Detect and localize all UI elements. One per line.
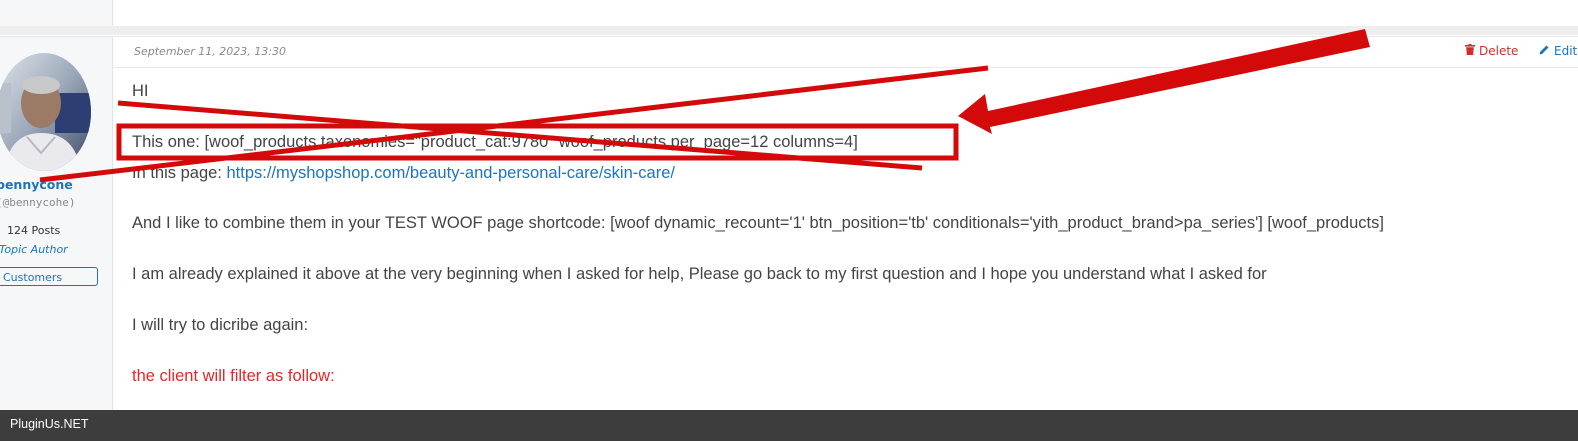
greeting-text: HI bbox=[132, 82, 149, 100]
page-link[interactable]: https://myshopshop.com/beauty-and-person… bbox=[226, 164, 674, 182]
previous-post-author-column bbox=[0, 0, 113, 26]
avatar[interactable] bbox=[0, 53, 91, 171]
author-post-count: 124 Posts bbox=[7, 224, 61, 237]
describe-again-text: I will try to dicribe again: bbox=[132, 316, 309, 334]
post-date: September 11, 2023, 13:30 bbox=[134, 45, 286, 58]
author-name[interactable]: bennycone bbox=[0, 177, 73, 192]
filter-heading-text: the client will filter as follow: bbox=[132, 367, 335, 385]
page-reference: In this page: https://myshopshop.com/bea… bbox=[132, 164, 675, 183]
edit-label: Edit bbox=[1554, 44, 1578, 58]
explanation-text: I am already explained it above at the v… bbox=[132, 265, 1267, 283]
footer-bar: PluginUs.NET bbox=[0, 410, 1578, 441]
arrow-annotation bbox=[958, 29, 1370, 134]
delete-label: Delete bbox=[1479, 44, 1519, 58]
post-separator-line bbox=[0, 36, 1578, 37]
post-separator bbox=[0, 26, 1578, 35]
shortcode-text: This one: [woof_products taxonomies="pro… bbox=[132, 133, 858, 151]
author-role: Topic Author bbox=[0, 243, 68, 256]
page-reference-label: In this page: bbox=[132, 164, 227, 182]
post-header-divider bbox=[112, 67, 1578, 68]
trash-icon bbox=[1465, 44, 1475, 58]
pencil-icon bbox=[1539, 44, 1550, 58]
avatar-image bbox=[0, 53, 91, 171]
author-handle: (@bennycohe) bbox=[0, 196, 76, 209]
delete-button[interactable]: Delete bbox=[1465, 44, 1518, 58]
user-group-badge: Customers bbox=[0, 267, 98, 286]
site-name[interactable]: PluginUs.NET bbox=[10, 417, 89, 431]
combine-text: And I like to combine them in your TEST … bbox=[132, 214, 1384, 232]
author-column: bennycone (@bennycohe) 124 Posts Topic A… bbox=[0, 37, 113, 410]
edit-button[interactable]: Edit bbox=[1539, 44, 1577, 58]
